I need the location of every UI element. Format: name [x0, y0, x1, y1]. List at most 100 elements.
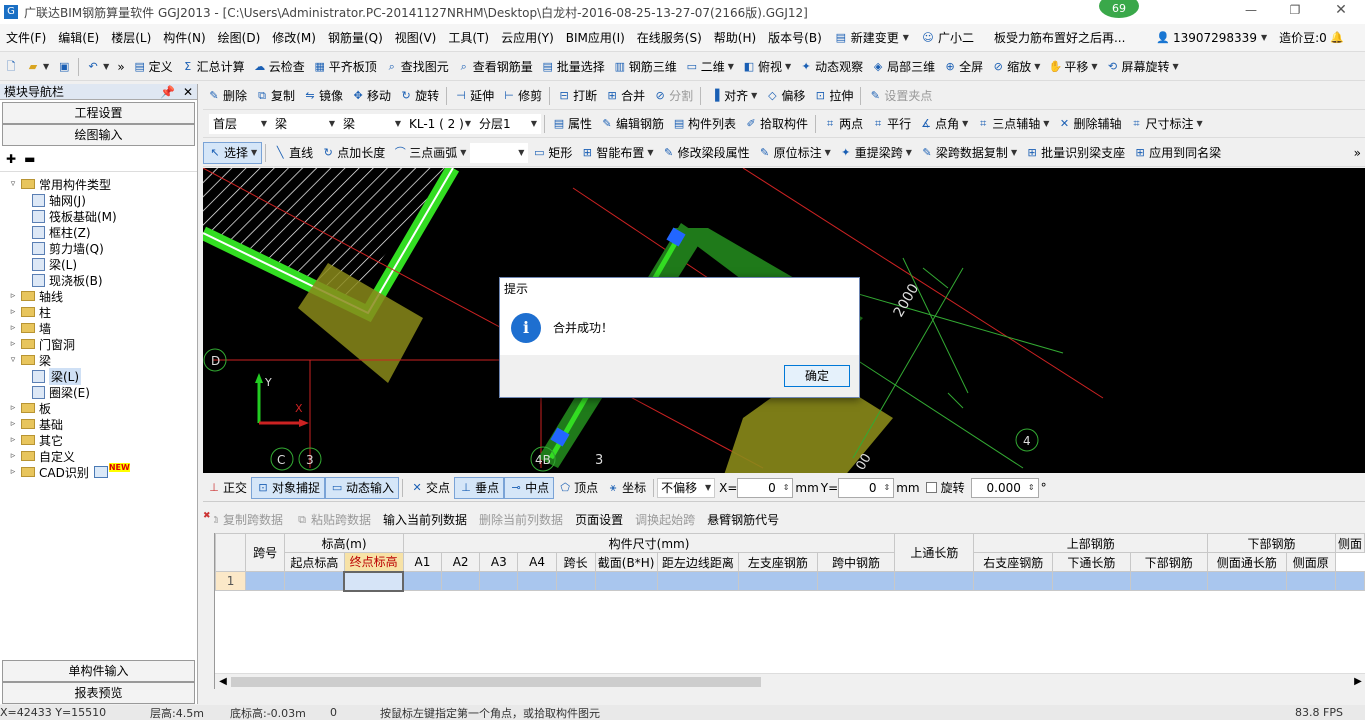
grid-tool-button[interactable]: ⧉复制跨数据 [203, 509, 287, 531]
toolbar-edit-button[interactable]: ⧉ 复制 [251, 85, 299, 107]
beam-span-table[interactable]: 跨号 标高(m) 构件尺寸(mm) 上通长筋 上部钢筋 下部钢筋 侧面 起点标高 终点标高 A1… [214, 533, 1365, 689]
grid-tool-button[interactable]: 页面设置 [571, 509, 627, 531]
toolbar-draw-button[interactable]: ╲ 直线 [269, 142, 317, 164]
expand-all-icon[interactable]: ✚ [6, 152, 16, 166]
toolbar-main-button[interactable]: ▤ 定义 [129, 56, 177, 78]
toolbar-edit-button[interactable]: ▐ 对齐 ▼ [704, 85, 761, 107]
intersection-snap[interactable]: ✕ 交点 [406, 477, 454, 499]
tree-node[interactable]: 圈梁(E) [0, 384, 197, 400]
table-cell[interactable] [555, 571, 596, 591]
table-cell[interactable] [1207, 571, 1287, 591]
toolbar-main-button[interactable]: ⌕ 查找图元 [381, 56, 453, 78]
midpoint-snap[interactable]: ⊸ 中点 [504, 476, 555, 499]
menu-item[interactable]: 编辑(E) [52, 27, 105, 49]
toolbar-main-button[interactable]: ⟲ 屏幕旋转 ▼ [1102, 56, 1183, 78]
toolbar-draw-button[interactable]: ⊞ 应用到同名梁 [1129, 142, 1225, 164]
menu-item[interactable]: 构件(N) [157, 27, 211, 49]
menu-item[interactable]: 文件(F) [0, 27, 52, 49]
type-select[interactable]: 梁 ▼ [271, 113, 339, 134]
menu-item[interactable]: 云应用(Y) [495, 27, 560, 49]
toolbar-component-button[interactable]: ⌗ 尺寸标注 ▼ [1125, 113, 1206, 135]
toolbar-edit-button[interactable]: ◇ 偏移 [761, 85, 809, 107]
component-select[interactable]: KL-1 ( 2 ) ▼ [405, 113, 475, 134]
tree-node[interactable]: 轴网(J) [0, 192, 197, 208]
expand-arrow-icon[interactable]: ▹ [8, 435, 18, 445]
minimize-button[interactable]: — [1243, 3, 1259, 17]
tree-node[interactable]: 梁(L) [0, 256, 197, 272]
horizontal-scrollbar[interactable]: ◀ ▶ [215, 673, 1365, 689]
scroll-left-icon[interactable]: ◀ [215, 676, 231, 687]
table-column-header[interactable]: 跨长 [555, 552, 596, 572]
open-file-button[interactable]: ▰ ▼ [22, 56, 53, 78]
tree-node[interactable]: ▹ 其它 [0, 432, 197, 448]
table-column-header[interactable]: 跨中钢筋 [816, 552, 896, 572]
toolbar-main-button[interactable]: ▭ 二维 ▼ [681, 56, 738, 78]
toolbar-draw-button[interactable]: ⌒ 三点画弧 ▼ [389, 142, 470, 164]
span-table[interactable]: 跨号 标高(m) 构件尺寸(mm) 上通长筋 上部钢筋 下部钢筋 侧面 起点标高 终点标高 A1… [215, 533, 1365, 592]
notice-text[interactable]: 板受力筋布置好之后再... [988, 27, 1144, 49]
tree-node[interactable]: ▿ 梁 [0, 352, 197, 368]
toolbar-draw-button[interactable]: ▭ 矩形 [528, 142, 576, 164]
table-cell[interactable] [1052, 571, 1131, 591]
table-cell[interactable] [1129, 571, 1209, 591]
rotate-input[interactable]: 0.000 ⇕ [970, 477, 1039, 498]
toolbar-draw-button[interactable]: ✎ 原位标注 ▼ [754, 142, 835, 164]
tree-node[interactable]: ▹ 门窗洞 [0, 336, 197, 352]
close-icon[interactable]: ✖ [203, 511, 211, 521]
close-icon[interactable]: ✕ [183, 85, 193, 99]
toolbar-main-button[interactable]: ✋ 平移 ▼ [1044, 56, 1101, 78]
expand-arrow-icon[interactable]: ▹ [8, 451, 18, 461]
undo-button[interactable]: ↶ ▼ [82, 56, 113, 78]
table-cell[interactable] [738, 571, 818, 591]
collapse-arrow-icon[interactable]: ▿ [8, 179, 18, 189]
assistant-menu[interactable]: ☺ 广小二 [915, 27, 980, 49]
toolbar-main-button[interactable]: ☁ 云检查 [249, 56, 309, 78]
table-cell[interactable] [656, 571, 740, 591]
toolbar-component-button[interactable]: ✎ 编辑钢筋 [596, 113, 668, 135]
toolbar-component-button[interactable]: ⌗ 三点辅轴 ▼ [972, 113, 1053, 135]
new-change-menu[interactable]: ▤ 新建变更 ▼ [828, 27, 915, 49]
tree-node[interactable]: ▹ 轴线 [0, 288, 197, 304]
scroll-thumb[interactable] [231, 676, 761, 687]
table-cell[interactable] [517, 571, 557, 591]
tree-node[interactable]: 现浇板(B) [0, 272, 197, 288]
toolbar-component-button[interactable]: ▤ 构件列表 [668, 113, 740, 135]
overflow-chevron-icon[interactable]: » [113, 56, 128, 78]
toolbar-component-button[interactable]: ✕ 删除辅轴 [1053, 113, 1125, 135]
tree-node[interactable]: ▹ 板 [0, 400, 197, 416]
rotate-checkbox[interactable] [925, 482, 937, 493]
toolbar-draw-button[interactable]: ✎ 修改梁段属性 [658, 142, 754, 164]
report-preview-button[interactable]: 报表预览 [2, 682, 195, 704]
object-snap-toggle[interactable]: ⊡ 对象捕捉 [251, 476, 326, 499]
offset-select[interactable]: 不偏移 ▼ [657, 477, 716, 498]
expand-arrow-icon[interactable]: ▹ [8, 419, 18, 429]
tree-node[interactable]: ▹ 基础 [0, 416, 197, 432]
menu-item[interactable]: 版本号(B) [762, 27, 828, 49]
table-cell[interactable] [284, 571, 345, 591]
toolbar-main-button[interactable]: ⊘ 缩放 ▼ [987, 56, 1044, 78]
dynamic-input-toggle[interactable]: ▭ 动态输入 [325, 476, 400, 499]
table-cell[interactable] [402, 571, 443, 591]
table-cell[interactable] [894, 571, 975, 591]
table-column-header[interactable]: A2 [441, 552, 481, 572]
toolbar-main-button[interactable]: ⊕ 全屏 [939, 56, 987, 78]
menu-item[interactable]: 钢筋量(Q) [322, 27, 389, 49]
table-cell[interactable] [1285, 571, 1336, 591]
tree-node[interactable]: ▹ 自定义 [0, 448, 197, 464]
table-cell[interactable] [973, 571, 1054, 591]
toolbar-draw-button[interactable]: ⊞ 批量识别梁支座 [1021, 142, 1129, 164]
toolbar-main-button[interactable]: ◈ 局部三维 [867, 56, 939, 78]
collapse-all-icon[interactable]: ▬ [24, 152, 35, 166]
pin-icon[interactable]: 📌 [160, 85, 175, 99]
expand-arrow-icon[interactable]: ▹ [8, 403, 18, 413]
toolbar-main-button[interactable]: ✦ 动态观察 [795, 56, 867, 78]
toolbar-edit-button[interactable]: ⇋ 镜像 [299, 85, 347, 107]
menu-item[interactable]: 视图(V) [389, 27, 443, 49]
toolbar-component-button[interactable]: ▤ 属性 [548, 113, 596, 135]
tree-node[interactable]: ▿ 常用构件类型 [0, 176, 197, 192]
table-cell[interactable] [479, 571, 519, 591]
tree-node[interactable]: 框柱(Z) [0, 224, 197, 240]
notification-badge[interactable]: 69 [1097, 0, 1141, 20]
ortho-toggle[interactable]: ⊥ 正交 [203, 477, 251, 499]
toolbar-main-button[interactable]: ▦ 平齐板顶 [309, 56, 381, 78]
